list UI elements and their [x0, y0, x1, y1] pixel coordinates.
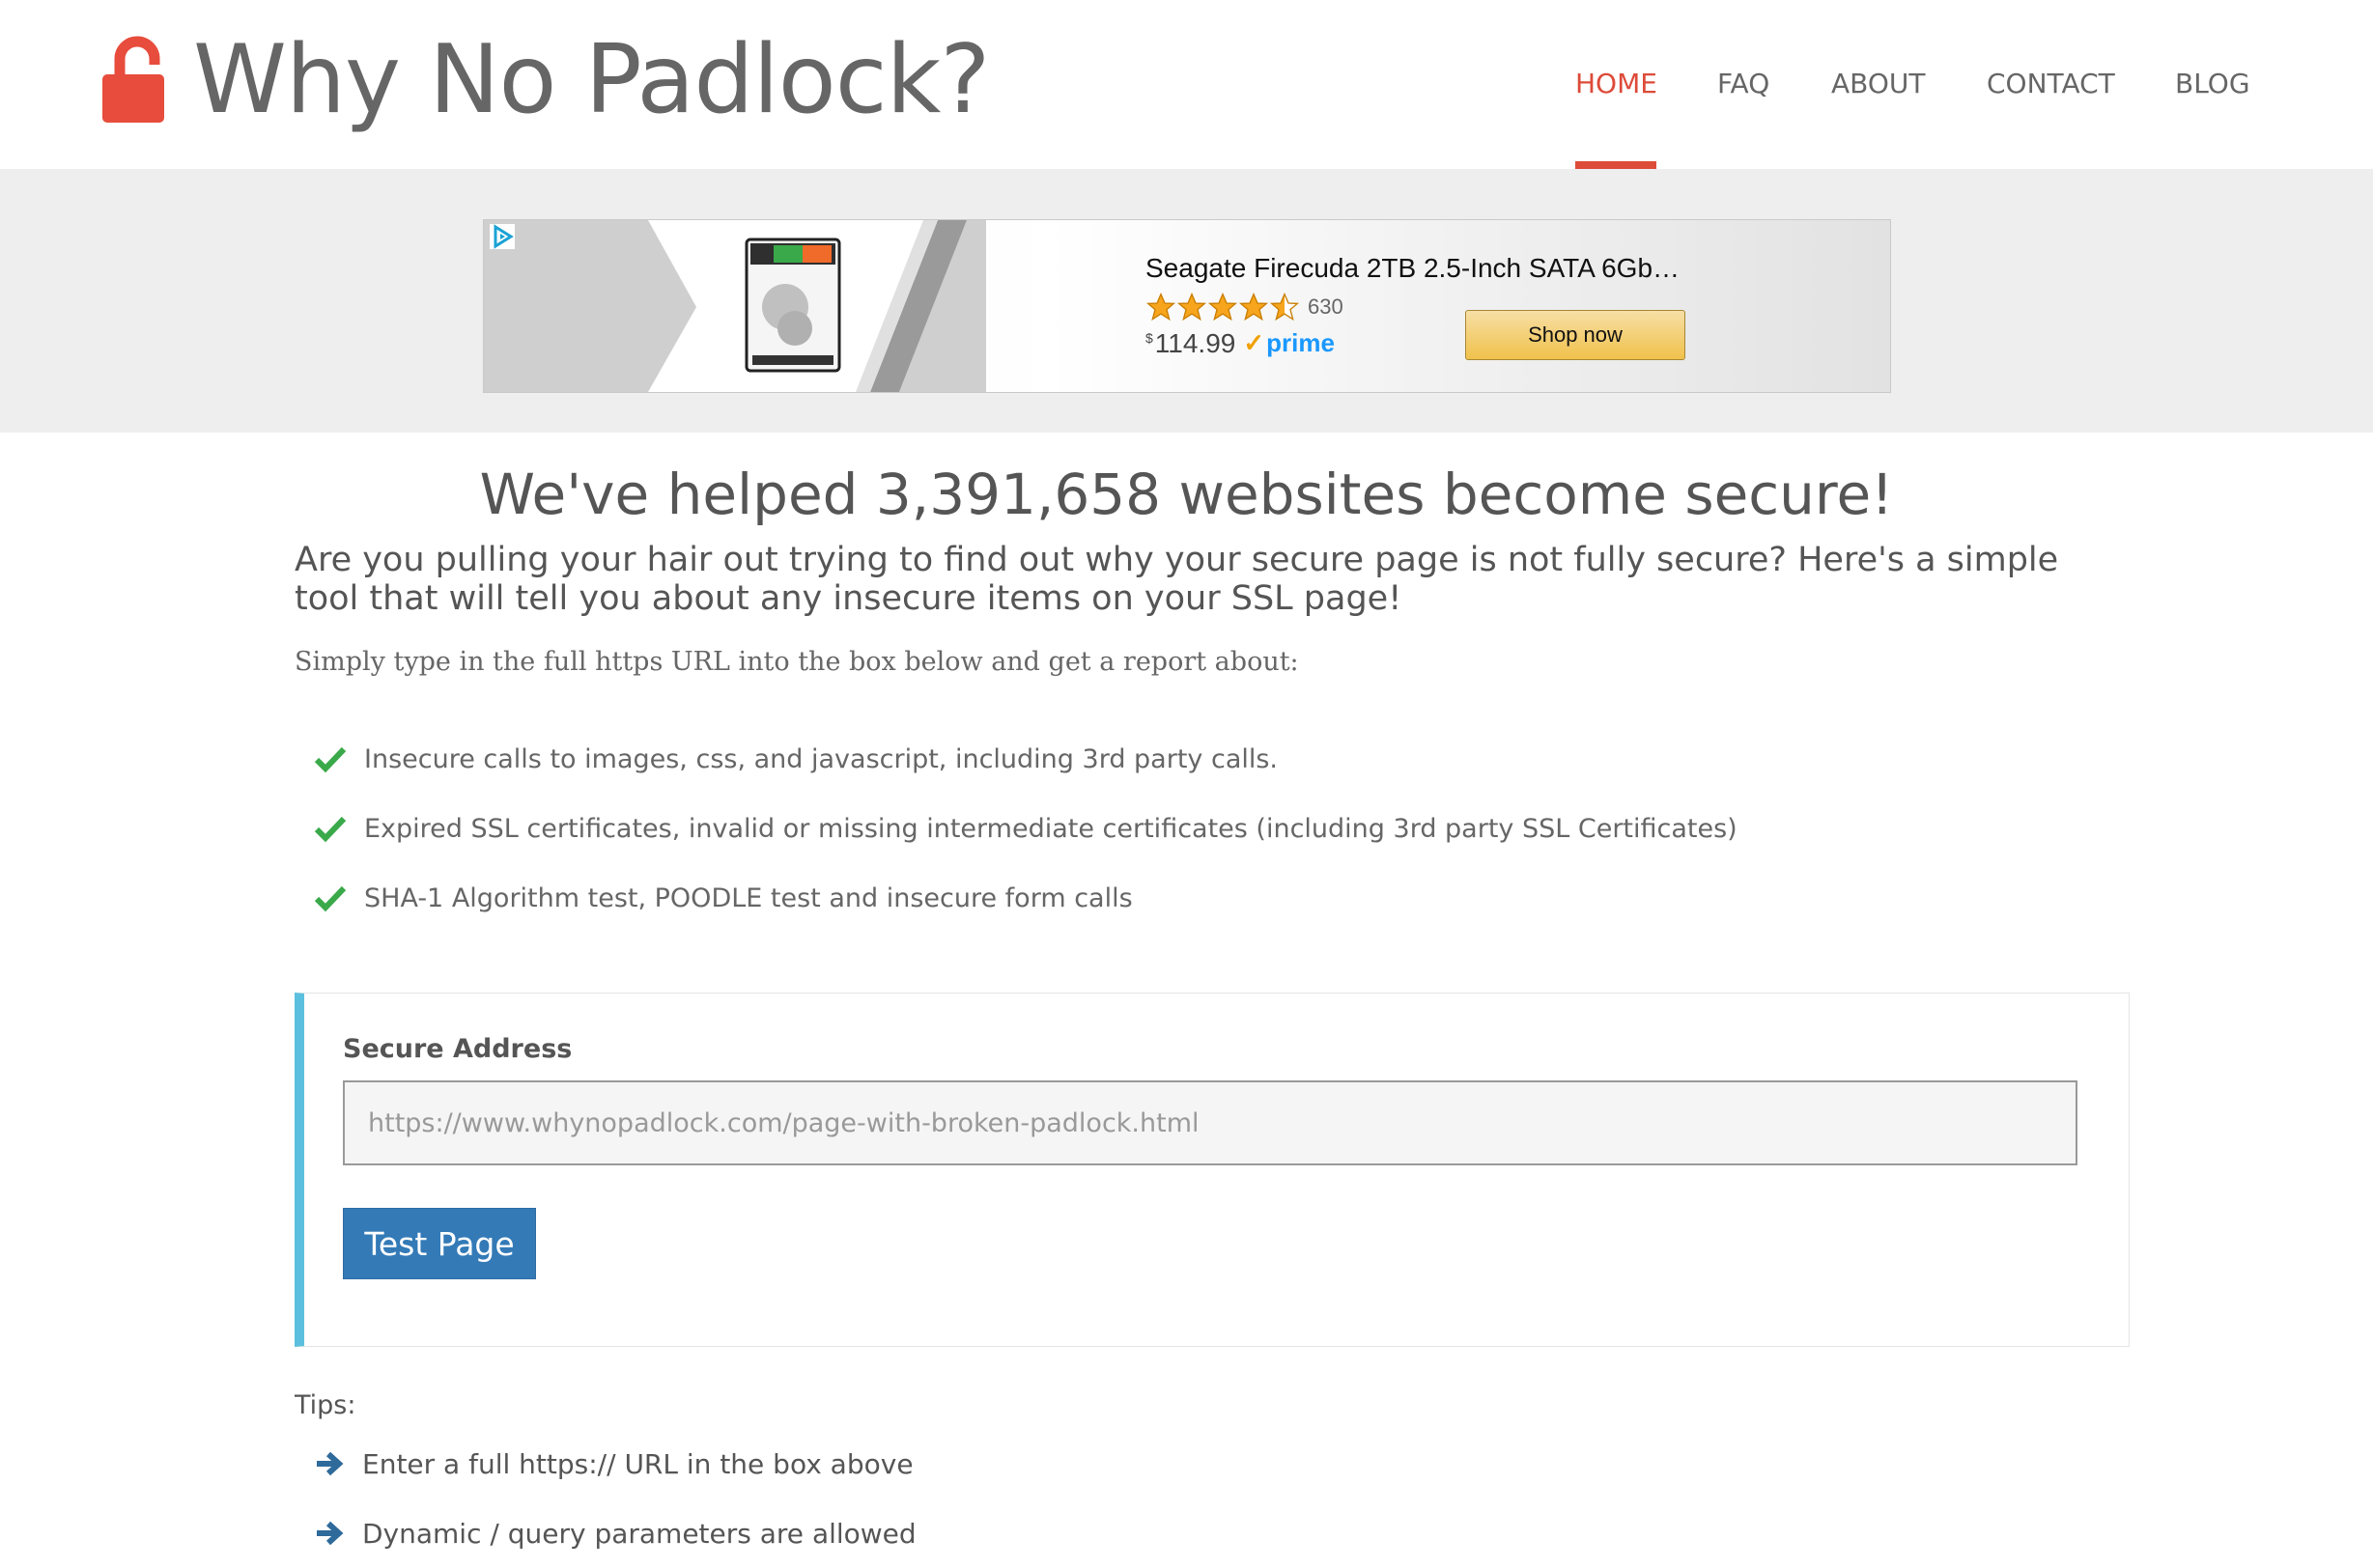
instructions-text: Simply type in the full https URL into t… [295, 647, 1299, 677]
tips-heading: Tips: [295, 1390, 356, 1420]
nav-faq[interactable]: FAQ [1717, 68, 1769, 99]
star-icon [1176, 292, 1207, 322]
checkmark-icon [314, 746, 347, 773]
ad-rating: 630 [1145, 292, 1343, 322]
star-icon [1145, 292, 1176, 322]
prime-badge: ✓ prime [1243, 328, 1335, 358]
site-header: Why No Padlock? HOME FAQ ABOUT CONTACT B… [0, 0, 2373, 169]
test-page-button[interactable]: Test Page [343, 1208, 536, 1279]
tip-item: Enter a full https:// URL in the box abo… [314, 1429, 917, 1498]
checkmark-icon [314, 816, 347, 843]
feature-text: SHA-1 Algorithm test, POODLE test and in… [364, 882, 1133, 913]
ad-review-count: 630 [1308, 294, 1343, 319]
feature-item: SHA-1 Algorithm test, POODLE test and in… [314, 863, 1737, 933]
ad-currency: $ [1145, 330, 1153, 346]
nav-home[interactable]: HOME [1575, 68, 1657, 99]
arrow-right-icon [317, 1451, 344, 1476]
page-headline: We've helped 3,391,658 websites become s… [479, 462, 1894, 527]
feature-list: Insecure calls to images, css, and javas… [314, 724, 1737, 933]
nav-about[interactable]: ABOUT [1831, 68, 1926, 99]
site-logo[interactable]: Why No Padlock? [100, 25, 990, 135]
ad-choices-icon[interactable] [490, 224, 515, 249]
tip-text: Dynamic / query parameters are allowed [362, 1517, 917, 1550]
arrow-right-icon [317, 1521, 344, 1546]
feature-text: Insecure calls to images, css, and javas… [364, 743, 1279, 774]
test-form-panel: Secure Address Test Page [295, 993, 2130, 1347]
secure-address-label: Secure Address [343, 1034, 573, 1064]
open-padlock-icon [102, 36, 164, 123]
star-icon [1238, 292, 1269, 322]
tips-list: Enter a full https:// URL in the box abo… [314, 1429, 917, 1568]
shop-now-button[interactable]: Shop now [1465, 310, 1685, 360]
nav-blog[interactable]: BLOG [2175, 68, 2250, 99]
ad-band: Seagate Firecuda 2TB 2.5-Inch SATA 6Gb… … [0, 169, 2373, 433]
half-star-icon [1269, 292, 1300, 322]
hard-drive-image [745, 238, 841, 373]
feature-text: Expired SSL certificates, invalid or mis… [364, 813, 1737, 844]
page-lead: Are you pulling your hair out trying to … [295, 541, 2059, 618]
feature-item: Insecure calls to images, css, and javas… [314, 724, 1737, 794]
ad-product-panel [484, 220, 986, 392]
feature-item: Expired SSL certificates, invalid or mis… [314, 794, 1737, 863]
prime-label: prime [1266, 328, 1335, 357]
ad-price-value: 114.99 [1154, 328, 1236, 358]
ad-price: $ 114.99 ✓ prime [1145, 328, 1335, 359]
nav-contact[interactable]: CONTACT [1987, 68, 2115, 99]
tip-text: Enter a full https:// URL in the box abo… [362, 1447, 914, 1480]
prime-check-icon: ✓ [1243, 328, 1265, 357]
star-icon [1207, 292, 1238, 322]
nav-active-indicator [1575, 161, 1656, 169]
checkmark-icon [314, 885, 347, 912]
site-title: Why No Padlock? [193, 25, 990, 135]
tip-item: Dynamic / query parameters are allowed [314, 1498, 917, 1568]
ad-product-title[interactable]: Seagate Firecuda 2TB 2.5-Inch SATA 6Gb… [1145, 253, 1680, 284]
secure-address-input[interactable] [343, 1080, 2077, 1165]
product-ad[interactable]: Seagate Firecuda 2TB 2.5-Inch SATA 6Gb… … [483, 219, 1891, 393]
